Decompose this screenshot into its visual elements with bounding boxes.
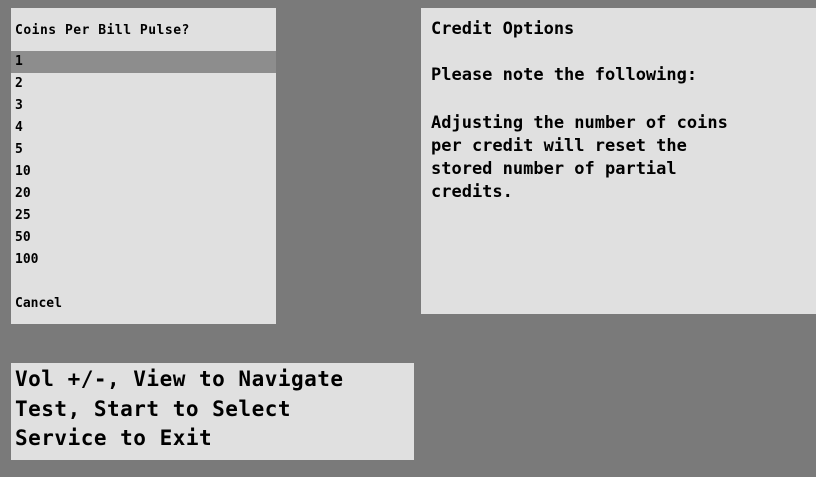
menu-option-5[interactable]: 5 (11, 139, 276, 161)
menu-options-list: 1 2 3 4 5 10 20 25 50 100 Cancel (11, 51, 276, 315)
credit-options-info-panel: Credit Options Please note the following… (421, 8, 816, 314)
help-line-navigate: Vol +/-, View to Navigate (15, 367, 344, 391)
menu-option-3[interactable]: 3 (11, 95, 276, 117)
info-message-line-4: credits. (431, 182, 513, 202)
info-message-line-3: stored number of partial (431, 159, 677, 179)
info-note: Please note the following: (431, 65, 698, 85)
coins-per-bill-menu: Coins Per Bill Pulse? 1 2 3 4 5 10 20 25… (11, 8, 276, 324)
help-line-select: Test, Start to Select (15, 397, 292, 421)
menu-option-100[interactable]: 100 (11, 249, 276, 271)
info-message-line-2: per credit will reset the (431, 136, 687, 156)
info-title: Credit Options (431, 19, 575, 39)
menu-option-2[interactable]: 2 (11, 73, 276, 95)
cancel-option[interactable]: Cancel (11, 293, 276, 315)
menu-title: Coins Per Bill Pulse? (15, 23, 190, 38)
menu-option-1[interactable]: 1 (11, 51, 276, 73)
menu-option-20[interactable]: 20 (11, 183, 276, 205)
menu-option-4[interactable]: 4 (11, 117, 276, 139)
menu-option-50[interactable]: 50 (11, 227, 276, 249)
menu-option-10[interactable]: 10 (11, 161, 276, 183)
menu-spacer (11, 271, 276, 293)
controls-help-panel: Vol +/-, View to Navigate Test, Start to… (11, 363, 414, 460)
info-message-line-1: Adjusting the number of coins (431, 113, 728, 133)
menu-option-25[interactable]: 25 (11, 205, 276, 227)
help-line-exit: Service to Exit (15, 426, 213, 450)
